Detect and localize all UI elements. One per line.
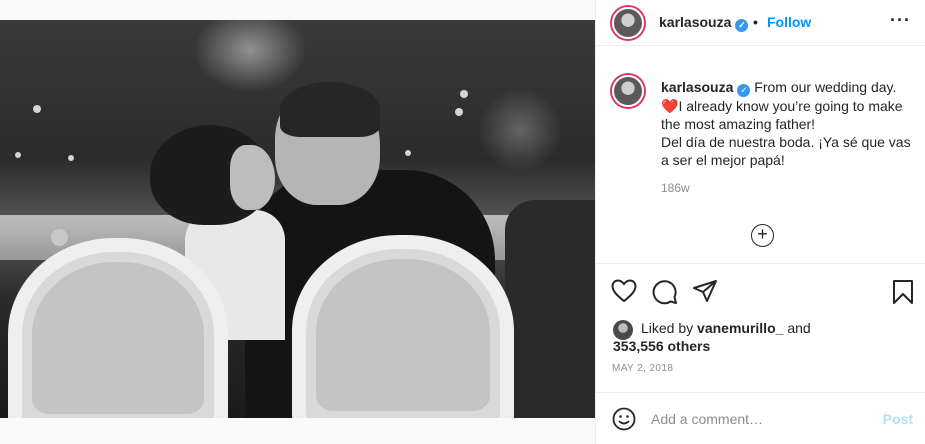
liked-prefix: Liked by — [641, 320, 694, 336]
comment-icon[interactable] — [652, 279, 678, 305]
emoji-icon[interactable] — [612, 407, 636, 431]
heart-icon[interactable] — [611, 279, 637, 303]
add-comment-bar: Add a comment… Post — [596, 392, 925, 444]
load-more-comments-button[interactable]: + — [751, 224, 774, 247]
caption-line2: I already know you’re going to make the … — [661, 98, 911, 168]
post-media-pane — [0, 0, 595, 444]
groom-hair — [280, 82, 380, 137]
separator-dot: • — [753, 14, 758, 30]
bookmark-icon[interactable] — [892, 279, 914, 305]
bokeh-light — [455, 108, 463, 116]
caption-line1: From our wedding day. — [754, 79, 897, 95]
bride-face — [230, 145, 275, 210]
bokeh-light — [68, 155, 74, 161]
bokeh-light — [460, 90, 468, 98]
guest-figure — [505, 200, 595, 418]
post-photo[interactable] — [0, 20, 595, 418]
post-date[interactable]: MAY 2, 2018 — [612, 363, 673, 374]
comment-input[interactable]: Add a comment… — [651, 411, 763, 427]
post-header: karlasouza ✓ • Follow ··· — [596, 0, 925, 46]
action-bar — [596, 263, 925, 319]
avatar[interactable] — [612, 75, 644, 107]
verified-icon: ✓ — [735, 19, 749, 32]
bokeh-light — [33, 105, 41, 113]
post-sidebar: karlasouza ✓ • Follow ··· karlasouza ✓ Fro… — [595, 0, 925, 444]
bokeh-light — [15, 152, 21, 158]
liked-user-link[interactable]: vanemurillo_ — [697, 320, 783, 336]
likes-count-link[interactable]: 353,556 others — [613, 338, 710, 354]
bokeh-light — [405, 150, 411, 156]
chair-left — [8, 238, 228, 418]
heart-emoji: ❤️ — [661, 98, 679, 114]
caption-username[interactable]: karlasouza — [661, 79, 733, 95]
username-text[interactable]: karlasouza — [659, 14, 731, 30]
liked-and: and — [787, 320, 811, 336]
share-icon[interactable] — [692, 279, 718, 303]
post-button[interactable]: Post — [883, 411, 913, 427]
follow-button[interactable]: Follow — [767, 14, 811, 30]
avatar[interactable] — [612, 7, 644, 39]
comment-timestamp[interactable]: 186w — [661, 181, 690, 195]
caption-text: karlasouza ✓ From our wedding day. ❤️I al… — [661, 78, 916, 169]
more-icon[interactable]: ··· — [890, 10, 911, 31]
liked-by-line: Liked by vanemurillo_ and — [641, 320, 811, 336]
username-link[interactable]: karlasouza ✓ — [659, 14, 749, 32]
liker-avatar[interactable] — [613, 320, 633, 340]
verified-icon: ✓ — [737, 84, 751, 97]
chair-right — [292, 235, 514, 418]
